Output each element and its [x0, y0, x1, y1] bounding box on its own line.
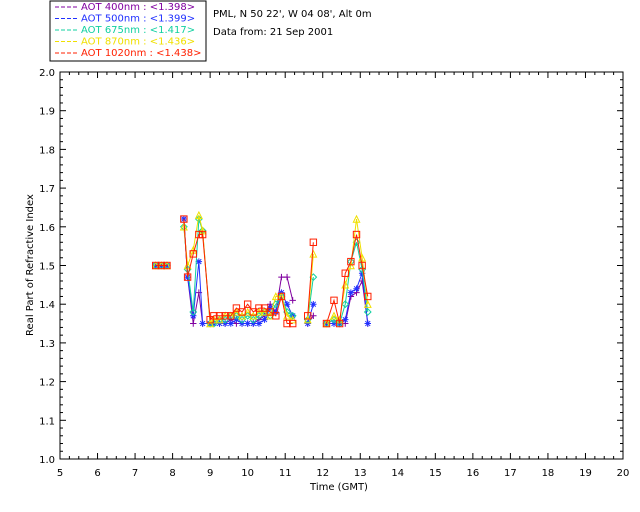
asterisk-marker: [310, 301, 317, 308]
x-tick-label: 18: [542, 468, 555, 479]
asterisk-marker: [244, 320, 251, 327]
x-tick-label: 15: [429, 468, 442, 479]
y-axis-label: Real Part of Refractive Index: [25, 194, 36, 336]
series-group: [152, 215, 372, 328]
x-tick-label: 19: [579, 468, 592, 479]
y-tick-label: 1.4: [39, 300, 55, 311]
plus-marker: [190, 320, 197, 327]
y-tick-label: 1.7: [39, 184, 55, 195]
plus-marker: [283, 273, 291, 281]
y-tick-label: 1.2: [39, 378, 55, 389]
plot-frame: [59, 71, 624, 460]
x-tick-label: 10: [241, 468, 254, 479]
plus-marker: [289, 297, 296, 304]
legend: AOT 400nm : <1.398>AOT 500nm : <1.399>AO…: [49, 0, 207, 62]
x-tick-label: 7: [132, 468, 138, 479]
x-tick-label: 20: [617, 468, 630, 479]
asterisk-marker: [255, 320, 263, 327]
asterisk-marker: [227, 320, 234, 327]
y-tick-label: 1.9: [39, 107, 55, 118]
x-axis-label: Time (GMT): [309, 482, 368, 493]
asterisk-marker: [364, 320, 371, 327]
y-tick-label: 1.3: [39, 339, 55, 350]
x-tick-label: 12: [316, 468, 329, 479]
y-tick-label: 1.1: [39, 416, 55, 427]
asterisk-marker: [347, 289, 355, 296]
asterisk-marker: [261, 316, 268, 323]
y-tick-label: 1.0: [39, 455, 55, 466]
y-tick-label: 1.5: [39, 262, 55, 273]
x-axis: 5 6 7 8 9 10 11 12 13 14 15 16 17 18 19 20: [57, 72, 630, 479]
legend-label: AOT 500nm : <1.399>: [81, 14, 195, 25]
chart-canvas: AOT 400nm : <1.398>AOT 500nm : <1.399>AO…: [25, 0, 630, 493]
x-tick-label: 17: [504, 468, 517, 479]
x-tick-label: 8: [169, 468, 175, 479]
asterisk-marker: [199, 320, 206, 327]
x-tick-label: 13: [354, 468, 367, 479]
legend-label: AOT 870nm : <1.436>: [81, 37, 195, 48]
x-tick-label: 6: [94, 468, 100, 479]
series-layer: [151, 210, 372, 328]
location-info: PML, N 50 22', W 04 08', Alt 0m: [213, 9, 372, 20]
plus-marker: [278, 273, 285, 281]
legend-label: AOT 675nm : <1.417>: [81, 25, 195, 36]
x-tick-label: 9: [207, 468, 213, 479]
y-tick-label: 1.6: [39, 223, 55, 234]
legend-label: AOT 400nm : <1.398>: [81, 2, 195, 13]
x-tick-label: 16: [466, 468, 479, 479]
y-axis: 1.0 1.1 1.2 1.3 1.4 1.5 1.6 1.7 1.8 1.9 2.0: [39, 68, 623, 466]
date-info: Data from: 21 Sep 2001: [213, 27, 333, 38]
y-tick-label: 2.0: [39, 68, 55, 79]
x-tick-label: 11: [279, 468, 292, 479]
x-tick-label: 14: [391, 468, 404, 479]
asterisk-marker: [353, 285, 360, 292]
x-tick-label: 5: [57, 468, 63, 479]
y-tick-label: 1.8: [39, 145, 55, 156]
legend-label: AOT 1020nm : <1.438>: [81, 48, 201, 59]
